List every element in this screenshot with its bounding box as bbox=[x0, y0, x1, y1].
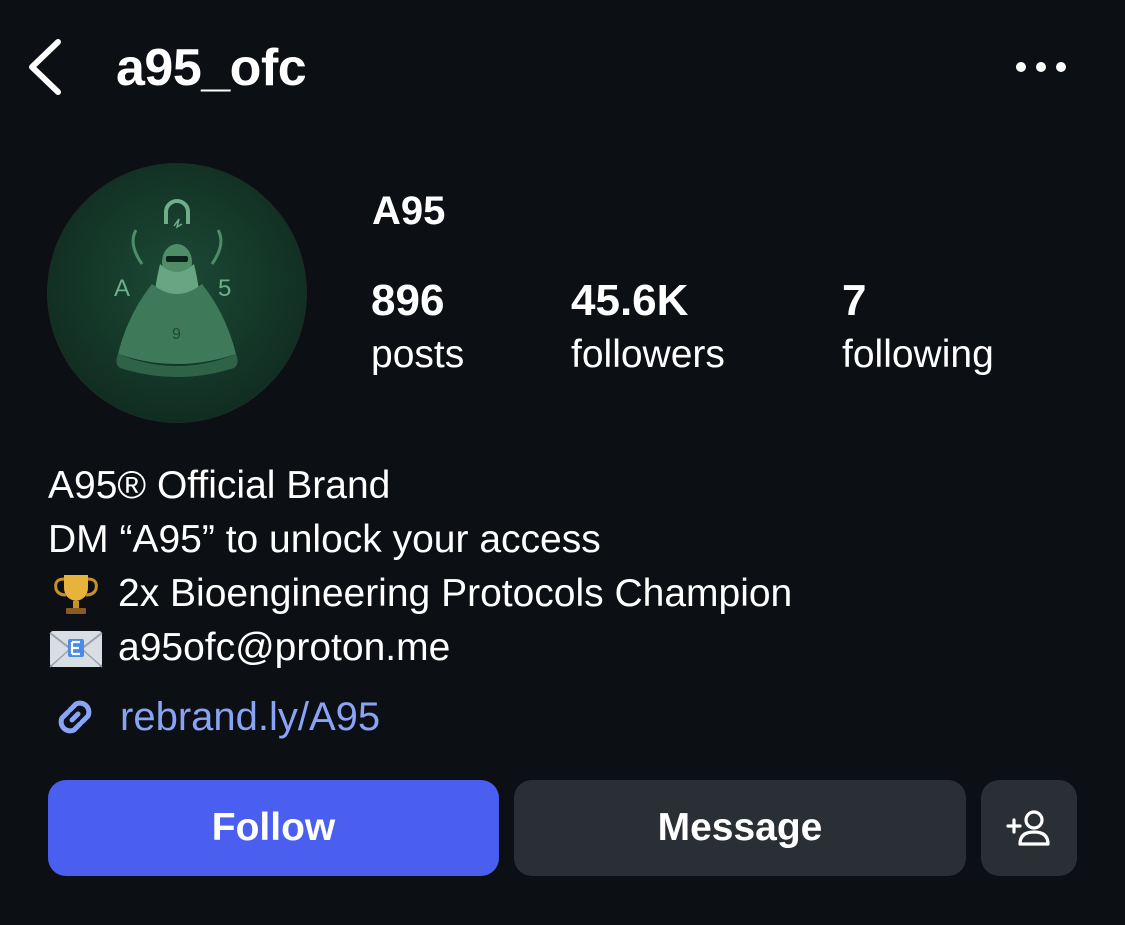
more-options-button[interactable] bbox=[1010, 50, 1072, 84]
envelope-icon bbox=[49, 631, 103, 668]
message-button[interactable]: Message bbox=[514, 780, 966, 876]
stat-following-count: 7 bbox=[842, 276, 867, 325]
avatar-letter-5: 5 bbox=[218, 275, 231, 302]
avatar-image: A 5 9 bbox=[48, 164, 306, 422]
more-horizontal-icon bbox=[1016, 62, 1066, 72]
follow-button[interactable]: Follow bbox=[48, 780, 499, 876]
profile-avatar[interactable]: A 5 9 bbox=[48, 164, 306, 422]
avatar-letter-a: A bbox=[114, 275, 130, 302]
trophy-icon bbox=[54, 575, 98, 614]
bio-line: A95® Official Brand bbox=[48, 464, 391, 507]
stat-posts-label: posts bbox=[371, 333, 465, 376]
stat-followers-count: 45.6K bbox=[571, 276, 689, 325]
message-button-label: Message bbox=[657, 806, 823, 849]
stat-followers-label: followers bbox=[571, 333, 725, 376]
stat-following[interactable]: 7 following bbox=[842, 275, 994, 379]
add-user-button[interactable] bbox=[981, 780, 1077, 876]
stat-posts-count: 896 bbox=[371, 276, 445, 325]
profile-bio: A95® Official Brand DM “A95” to unlock y… bbox=[48, 459, 792, 675]
stat-followers[interactable]: 45.6K followers bbox=[571, 275, 725, 379]
bio-line: DM “A95” to unlock your access bbox=[48, 518, 601, 561]
bio-line-text: a95ofc@proton.me bbox=[118, 626, 451, 669]
bio-line-text: 2x Bioengineering Protocols Champion bbox=[118, 572, 793, 615]
link-icon bbox=[58, 700, 92, 734]
profile-display-name: A95 bbox=[372, 189, 446, 233]
stat-posts[interactable]: 896 posts bbox=[371, 275, 464, 379]
follow-button-label: Follow bbox=[211, 806, 336, 849]
stat-following-label: following bbox=[842, 333, 994, 376]
profile-username: a95_ofc bbox=[116, 39, 307, 97]
top-bar: a95_ofc bbox=[0, 0, 1125, 140]
back-button[interactable] bbox=[22, 36, 72, 98]
avatar-letter-9: 9 bbox=[172, 326, 181, 343]
profile-link-text: rebrand.ly/A95 bbox=[120, 694, 381, 739]
bio-line: a95ofc@proton.me bbox=[48, 621, 792, 675]
add-user-icon bbox=[1006, 810, 1050, 846]
chevron-left-icon bbox=[29, 39, 61, 95]
profile-link[interactable]: rebrand.ly/A95 bbox=[48, 690, 380, 744]
bio-line: 2x Bioengineering Protocols Champion bbox=[48, 567, 792, 621]
